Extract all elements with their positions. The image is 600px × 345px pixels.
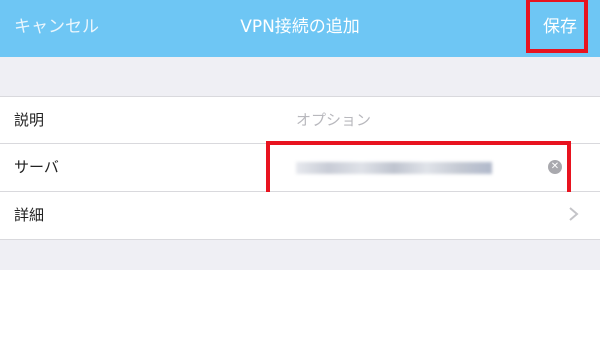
details-label: 詳細 — [14, 206, 45, 224]
page-title: VPN接続の追加 — [240, 17, 360, 37]
server-row[interactable]: サーバ ✕ — [0, 144, 600, 192]
description-label: 説明 — [14, 111, 45, 129]
navigation-bar: キャンセル VPN接続の追加 保存 — [0, 0, 600, 57]
server-input[interactable] — [296, 162, 492, 174]
section-spacer-top — [0, 57, 600, 96]
server-label: サーバ — [14, 158, 59, 176]
description-input[interactable]: オプション — [296, 97, 371, 143]
clear-icon[interactable]: ✕ — [548, 160, 562, 174]
section-spacer-bottom — [0, 240, 600, 270]
details-row[interactable]: 詳細 — [0, 192, 600, 240]
description-row[interactable]: 説明 オプション — [0, 96, 600, 144]
save-button[interactable]: 保存 — [528, 0, 592, 57]
chevron-right-icon — [569, 207, 579, 221]
